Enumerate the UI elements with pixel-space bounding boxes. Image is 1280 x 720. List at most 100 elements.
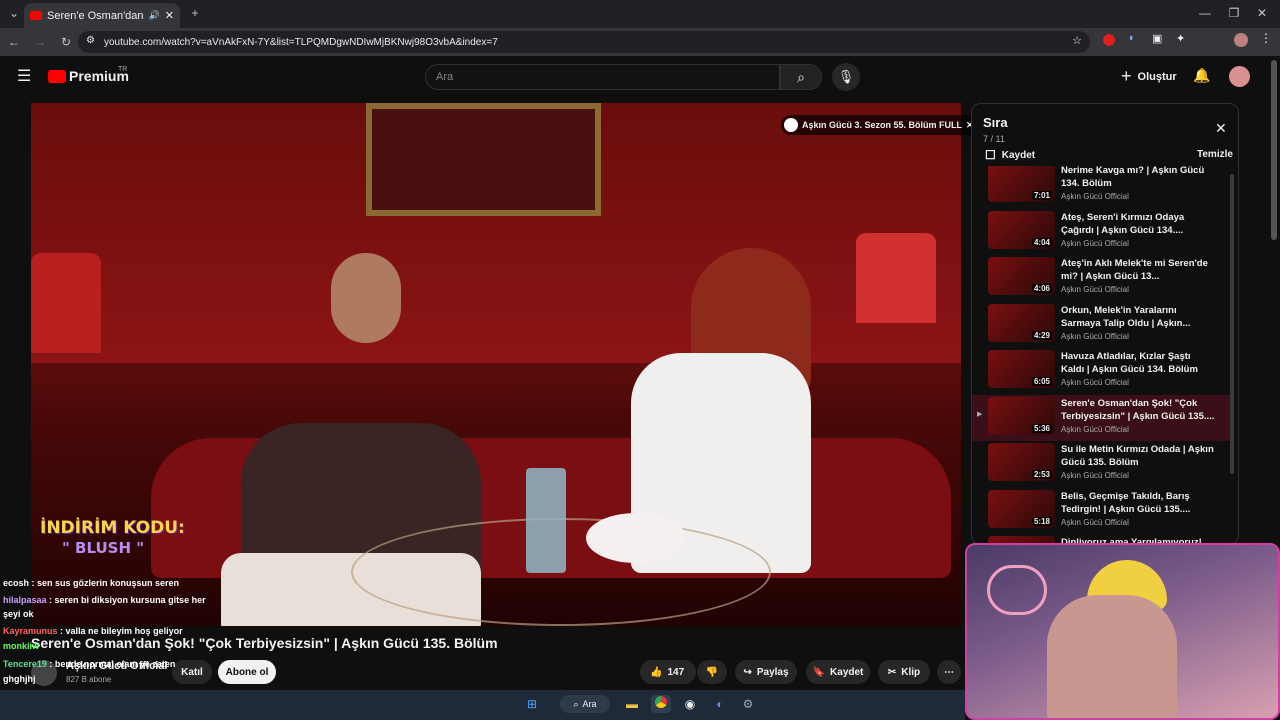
- video-duration: 5:18: [1031, 516, 1052, 526]
- hamburger-menu-icon[interactable]: ☰: [17, 66, 31, 86]
- more-actions-button[interactable]: ⋯: [937, 660, 961, 684]
- dislike-button[interactable]: 👎: [697, 660, 727, 684]
- tab-search-icon[interactable]: ⌄: [4, 6, 24, 20]
- chat-text: şeyi ok: [3, 609, 34, 619]
- forward-icon[interactable]: →: [30, 35, 50, 49]
- promo-code-value: " BLUSH ": [62, 539, 145, 557]
- scissors-icon: ✂: [887, 666, 897, 678]
- start-menu-icon[interactable]: ⊞: [522, 695, 542, 713]
- queue-item-title: Ateş, Seren'i Kırmızı Odaya Çağırdı | Aş…: [1061, 211, 1185, 236]
- profile-avatar[interactable]: [1234, 33, 1248, 47]
- chat-username: Kayramunus: [3, 626, 58, 636]
- extension-red-icon[interactable]: [1103, 34, 1115, 46]
- site-info-icon[interactable]: ⚙: [86, 35, 95, 46]
- taskbar-search-icon: ⌕: [573, 698, 579, 709]
- share-icon: ↪: [743, 666, 752, 678]
- clip-button[interactable]: ✂ Klip: [878, 660, 930, 684]
- queue-item[interactable]: 4:29 Orkun, Melek'in Yaralarını Sarmaya T…: [972, 302, 1230, 348]
- queue-thumbnail[interactable]: 5:18: [988, 489, 1055, 528]
- chrome-icon[interactable]: [651, 695, 671, 713]
- painting: [366, 103, 601, 216]
- now-playing-icon: ▶: [977, 410, 983, 418]
- browser-tab[interactable]: Seren'e Osman'dan Şok! "Ç 🔊 ✕: [24, 3, 180, 28]
- thumbs-down-icon: 👎: [705, 666, 719, 678]
- video-duration: 7:01: [1031, 191, 1052, 200]
- reload-icon[interactable]: ↻: [56, 35, 76, 49]
- chat-username: hilalpasaa: [3, 595, 47, 605]
- search-button[interactable]: ⌕: [780, 64, 822, 90]
- voice-search-button[interactable]: 🎙: [832, 63, 860, 91]
- queue-thumbnail[interactable]: 7:01: [988, 166, 1055, 202]
- browser-menu-icon[interactable]: ⋮: [1260, 31, 1272, 45]
- like-button[interactable]: 👍 147: [640, 660, 696, 684]
- tab-close-icon[interactable]: ✕: [165, 9, 174, 22]
- microphone-icon: 🎙: [837, 69, 855, 84]
- queue-save-button[interactable]: ☐ Kaydet: [985, 148, 1035, 162]
- hourglass: [526, 468, 566, 573]
- page-scrollbar[interactable]: [1271, 60, 1277, 240]
- video-duration: 4:29: [1031, 330, 1052, 340]
- extension-audio-icon[interactable]: ◗: [1128, 32, 1135, 44]
- queue-position: 7 / 11: [983, 134, 1005, 144]
- search-input[interactable]: Ara: [425, 64, 780, 90]
- create-button[interactable]: + Oluştur: [1121, 66, 1177, 87]
- streamer-person: [1047, 595, 1177, 718]
- share-button[interactable]: ↪ Paylaş: [735, 660, 797, 684]
- queue-item-title: Su ile Metin Kırmızı Odada | Aşkın Gücü …: [1061, 444, 1214, 468]
- bookmark-outline-icon: ☐: [985, 148, 996, 162]
- chat-message: şeyi ok: [3, 609, 34, 619]
- discord-icon[interactable]: ◐: [710, 695, 730, 713]
- queue-close-icon[interactable]: ✕: [1215, 120, 1227, 137]
- queue-item[interactable]: 5:36 Seren'e Osman'dan Şok! "Çok Terbiyes…: [972, 394, 1230, 441]
- video-duration: 5:36: [1031, 423, 1052, 433]
- extensions-puzzle-icon[interactable]: ✦: [1176, 32, 1185, 45]
- queue-thumbnail[interactable]: 4:04: [988, 210, 1055, 249]
- queue-item[interactable]: 7:01 Nerime Kavga mı? | Aşkın Gücü 134. B…: [972, 166, 1230, 208]
- new-tab-icon[interactable]: +: [185, 6, 205, 20]
- chat-username: monkiiw: [3, 641, 40, 651]
- window-close-icon[interactable]: ✕: [1252, 6, 1272, 20]
- extension-box-icon[interactable]: ▣: [1152, 32, 1162, 45]
- queue-clear-button[interactable]: Temizle: [1197, 149, 1233, 160]
- queue-thumbnail[interactable]: 5:36: [988, 396, 1055, 435]
- chat-message: ghghjhj: [3, 674, 36, 684]
- queue-thumbnail[interactable]: 4:06: [988, 257, 1055, 295]
- bookmark-icon: 🔖: [812, 666, 826, 678]
- join-button[interactable]: Katıl: [172, 660, 212, 684]
- subscribe-button[interactable]: Abone ol: [218, 660, 276, 684]
- minimize-icon[interactable]: —: [1195, 6, 1215, 20]
- steam-icon[interactable]: ⚙: [738, 695, 758, 713]
- chat-text: : seren bi diksiyon kursuna gitse her: [46, 595, 206, 605]
- queue-thumbnail[interactable]: 6:05: [988, 350, 1055, 388]
- youtube-logo-icon[interactable]: [48, 70, 66, 83]
- back-icon[interactable]: ←: [4, 35, 24, 49]
- save-label: Kaydet: [830, 666, 864, 678]
- queue-item-title: Ateş'in Aklı Melek'te mi Seren'de mi? | …: [1061, 258, 1208, 282]
- queue-thumbnail[interactable]: 2:53: [988, 443, 1055, 481]
- file-explorer-icon[interactable]: ▬: [622, 695, 642, 713]
- queue-item[interactable]: 2:53 Su ile Metin Kırmızı Odada | Aşkın G…: [972, 441, 1230, 487]
- windows-taskbar: [0, 690, 965, 720]
- queue-item[interactable]: 6:05 Havuza Atladılar, Kızlar Şaştı Kaldı…: [972, 348, 1230, 394]
- queue-scrollbar[interactable]: [1230, 174, 1234, 474]
- video-player[interactable]: [31, 103, 961, 626]
- notifications-bell-icon[interactable]: 🔔: [1193, 67, 1210, 84]
- restore-icon[interactable]: ❐: [1224, 6, 1244, 20]
- audio-icon[interactable]: 🔊: [149, 10, 160, 21]
- queue-item-title: Havuza Atladılar, Kızlar Şaştı Kaldı | A…: [1061, 351, 1198, 375]
- queue-item[interactable]: 4:04 Ateş, Seren'i Kırmızı Odaya Çağırdı …: [972, 209, 1230, 255]
- save-button[interactable]: 🔖 Kaydet: [806, 660, 870, 684]
- queue-item-channel: Aşkın Gücü Official: [1061, 331, 1129, 341]
- taskbar-search[interactable]: ⌕ Ara: [560, 695, 610, 713]
- queue-item[interactable]: 5:18 Belis, Geçmişe Takıldı, Barış Tedirg…: [972, 488, 1230, 534]
- address-bar[interactable]: ⚙ youtube.com/watch?v=aVnAkFxN-7Y&list=T…: [78, 31, 1090, 53]
- lamp-right: [856, 233, 936, 323]
- overlay-label: Aşkın Gücü 3. Sezon 55. Bölüm FULL: [802, 120, 963, 130]
- queue-item-channel: Aşkın Gücü Official: [1061, 378, 1129, 387]
- queue-item[interactable]: 4:06 Ateş'in Aklı Melek'te mi Seren'de mi…: [972, 255, 1230, 301]
- account-avatar[interactable]: [1229, 66, 1250, 87]
- bookmark-star-icon[interactable]: ☆: [1072, 34, 1082, 47]
- video-overlay-chip[interactable]: Aşkın Gücü 3. Sezon 55. Bölüm FULL ✕: [781, 115, 982, 135]
- obs-icon[interactable]: ◉: [680, 695, 700, 713]
- queue-thumbnail[interactable]: 4:29: [988, 303, 1055, 342]
